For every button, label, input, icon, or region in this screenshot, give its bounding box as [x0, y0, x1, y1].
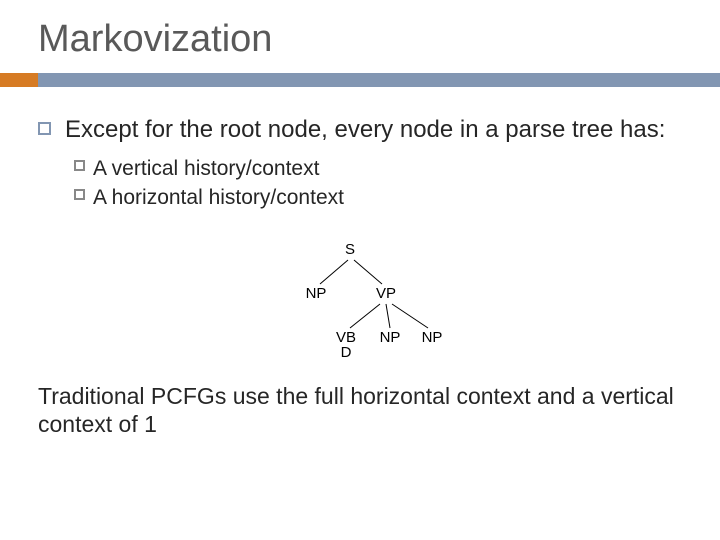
tree-svg: S NP VP VB D NP NP — [250, 238, 470, 368]
main-bullet-text: Except for the root node, every node in … — [65, 115, 665, 145]
tree-edge — [392, 304, 428, 328]
slide-body: Except for the root node, every node in … — [0, 87, 720, 368]
slide-title: Markovization — [0, 0, 720, 73]
tree-node-np3: NP — [422, 329, 443, 346]
tree-edge — [386, 304, 390, 328]
footer-text: Traditional PCFGs use the full horizonta… — [0, 368, 720, 440]
parse-tree: S NP VP VB D NP NP — [38, 238, 682, 368]
tree-edge — [354, 260, 382, 284]
sub-bullet-icon — [74, 189, 85, 200]
sub-bullet-list: A vertical history/context A horizontal … — [74, 155, 682, 212]
sub-bullet-text: A horizontal history/context — [93, 184, 344, 211]
tree-node-np2: NP — [380, 329, 401, 346]
tree-edge — [320, 260, 348, 284]
main-bullet-row: Except for the root node, every node in … — [38, 115, 682, 145]
title-underline — [0, 73, 720, 87]
tree-edge — [350, 304, 380, 328]
tree-node-vbd-bottom: D — [341, 344, 352, 361]
tree-node-np: NP — [306, 285, 327, 302]
tree-node-root: S — [345, 241, 355, 258]
sub-bullet-text: A vertical history/context — [93, 155, 319, 182]
sub-bullet-icon — [74, 160, 85, 171]
accent-segment — [0, 73, 38, 87]
bullet-icon — [38, 122, 51, 135]
sub-bullet-row: A vertical history/context — [74, 155, 682, 182]
tree-node-vp: VP — [376, 285, 396, 302]
underline-segment — [38, 73, 720, 87]
sub-bullet-row: A horizontal history/context — [74, 184, 682, 211]
